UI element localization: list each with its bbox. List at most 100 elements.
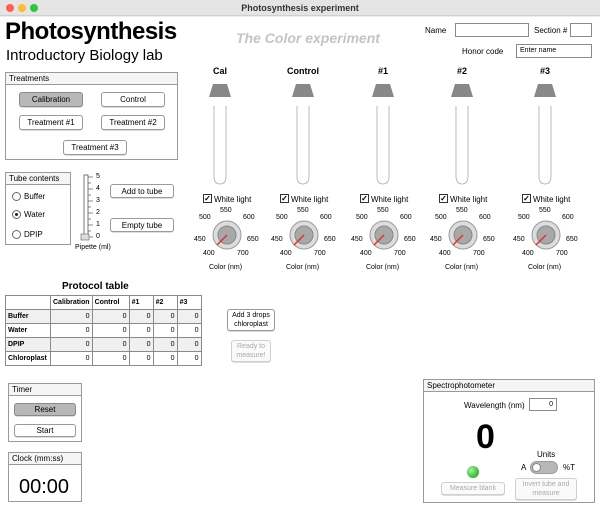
- dial-cal-400: 400: [203, 250, 215, 257]
- wavelength-dials[interactable]: [0, 215, 600, 255]
- dial-2-650: 650: [483, 236, 495, 243]
- wavelength-dial-2: [448, 220, 478, 250]
- ready-to-measure-button[interactable]: Ready to measure!: [231, 340, 271, 362]
- units-toggle[interactable]: [530, 461, 558, 474]
- dial-1-700: 700: [394, 250, 406, 257]
- add-chloroplast-button[interactable]: Add 3 drops chloroplast: [227, 309, 275, 331]
- table-cell: 0: [50, 337, 93, 352]
- minimize-window-button[interactable]: [18, 4, 26, 12]
- dial-2-450: 450: [430, 236, 442, 243]
- wavelength-dial-3: [531, 220, 561, 250]
- radio-buffer-label: Buffer: [24, 192, 46, 201]
- section-input[interactable]: [570, 23, 592, 37]
- white-light-checkbox-2[interactable]: ✓: [439, 194, 448, 203]
- white-light-label-3: White light: [533, 195, 571, 204]
- spectro-reading: 0: [476, 418, 495, 456]
- wavelength-dial-1: [369, 220, 399, 250]
- dial-3-400: 400: [522, 250, 534, 257]
- dial-control-500: 500: [276, 214, 288, 221]
- dial-2-500: 500: [435, 214, 447, 221]
- honor-code-input[interactable]: Enter name: [516, 44, 592, 58]
- dial-control-color-label: Color (nm): [286, 264, 320, 271]
- dial-1-450: 450: [351, 236, 363, 243]
- dial-1-500: 500: [356, 214, 368, 221]
- dial-3-color-label: Color (nm): [528, 264, 562, 271]
- units-label: Units: [537, 450, 556, 459]
- unit-t-label: %T: [563, 463, 575, 472]
- table-cell: 0: [152, 309, 178, 324]
- protocol-col-3: #3: [176, 295, 202, 310]
- pipette-tick-3: 3: [96, 197, 100, 204]
- table-cell: 0: [91, 337, 130, 352]
- white-light-checkbox-control[interactable]: ✓: [280, 194, 289, 203]
- white-light-label-1: White light: [371, 195, 409, 204]
- radio-buffer[interactable]: [12, 192, 21, 201]
- dial-3-550: 550: [539, 207, 551, 214]
- unit-a-label: A: [521, 463, 527, 472]
- dial-cal-color-label: Color (nm): [209, 264, 243, 271]
- dial-control-650: 650: [324, 236, 336, 243]
- protocol-col-calibration: Calibration: [50, 295, 93, 310]
- white-light-checkbox-3[interactable]: ✓: [522, 194, 531, 203]
- protocol-col-1: #1: [128, 295, 154, 310]
- dial-control-600: 600: [320, 214, 332, 221]
- dial-control-550: 550: [297, 207, 309, 214]
- table-cell: 0: [128, 351, 154, 366]
- row-label-chloroplast: Chloroplast: [5, 351, 51, 366]
- dial-3-500: 500: [518, 214, 530, 221]
- status-led-icon: [467, 466, 479, 478]
- dial-1-color-label: Color (nm): [366, 264, 400, 271]
- row-label-dpip: DPIP: [5, 337, 51, 352]
- table-row: Water 0 0 0 0 0: [5, 323, 202, 338]
- test-tube-1: [372, 84, 394, 185]
- test-tube-3: [534, 84, 556, 185]
- name-input[interactable]: [455, 23, 529, 37]
- dial-cal-700: 700: [237, 250, 249, 257]
- table-cell: 0: [50, 309, 93, 324]
- wavelength-input[interactable]: 0: [529, 398, 557, 411]
- table-cell: 0: [152, 337, 178, 352]
- clock-title: Clock (mm:ss): [9, 453, 81, 465]
- timer-title: Timer: [9, 384, 81, 396]
- measure-blank-button[interactable]: Measure blank: [441, 482, 505, 495]
- table-row: Buffer 0 0 0 0 0: [5, 309, 202, 324]
- timer-start-button[interactable]: Start: [14, 424, 76, 437]
- app-subtitle: Introductory Biology lab: [6, 47, 163, 64]
- invert-tube-measure-button[interactable]: Invert tube and measure: [515, 478, 577, 500]
- tube-label-3: #3: [539, 66, 550, 76]
- table-cell: 0: [152, 351, 178, 366]
- dial-cal-550: 550: [220, 207, 232, 214]
- section-label: Section #: [534, 26, 568, 35]
- close-window-button[interactable]: [6, 4, 14, 12]
- white-light-checkbox-1[interactable]: ✓: [360, 194, 369, 203]
- white-light-label-2: White light: [450, 195, 488, 204]
- tube-label-1: #1: [377, 66, 388, 76]
- table-cell: 0: [152, 323, 178, 338]
- zoom-window-button[interactable]: [30, 4, 38, 12]
- name-label: Name: [425, 26, 447, 35]
- dial-2-color-label: Color (nm): [445, 264, 479, 271]
- test-tubes-graphic: [209, 84, 556, 185]
- white-light-checkbox-cal[interactable]: ✓: [203, 194, 212, 203]
- dial-1-400: 400: [360, 250, 372, 257]
- white-light-label-control: White light: [291, 195, 329, 204]
- window-title: Photosynthesis experiment: [0, 0, 600, 16]
- table-cell: 0: [128, 323, 154, 338]
- honor-code-label: Honor code: [462, 47, 504, 56]
- table-row: DPIP 0 0 0 0 0: [5, 337, 202, 352]
- dial-3-600: 600: [562, 214, 574, 221]
- row-label-buffer: Buffer: [5, 309, 51, 324]
- dial-cal-500: 500: [199, 214, 211, 221]
- clock-value: 00:00: [19, 476, 70, 498]
- dial-3-650: 650: [566, 236, 578, 243]
- tube-label-2: #2: [456, 66, 467, 76]
- units-toggle-knob: [532, 463, 541, 472]
- dial-2-700: 700: [473, 250, 485, 257]
- timer-reset-button[interactable]: Reset: [14, 403, 76, 416]
- test-tube-control: [292, 84, 314, 185]
- table-cell: 0: [91, 309, 130, 324]
- table-cell: 0: [128, 309, 154, 324]
- table-cell: 0: [50, 351, 93, 366]
- tube-label-cal: Cal: [212, 66, 227, 76]
- tube-label-control: Control: [287, 66, 319, 76]
